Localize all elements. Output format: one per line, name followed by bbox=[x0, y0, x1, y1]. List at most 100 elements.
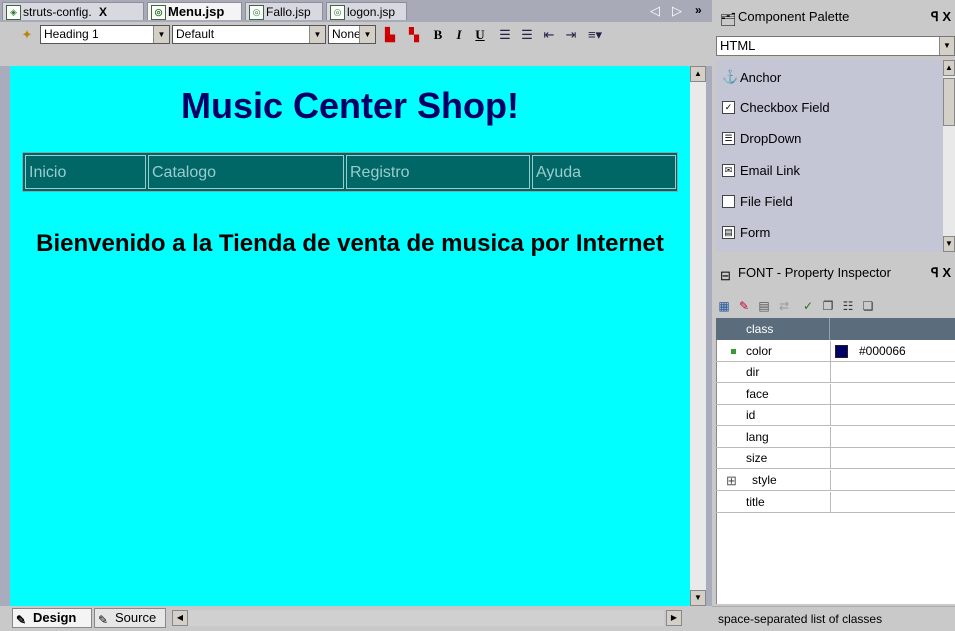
tab-fallo-jsp[interactable]: ◎ Fallo.jsp bbox=[245, 2, 323, 20]
property-name: id bbox=[746, 408, 756, 422]
palette-item-email-link[interactable]: ✉ Email Link bbox=[722, 159, 800, 183]
property-row-id[interactable]: id bbox=[716, 405, 955, 426]
ordered-list-icon[interactable]: ☰ bbox=[496, 26, 514, 44]
tab-prev-icon[interactable]: ◁ bbox=[650, 3, 660, 19]
tab-source[interactable]: ✎ Source bbox=[94, 608, 166, 628]
scroll-left-icon[interactable]: ◀ bbox=[172, 610, 188, 626]
underline-button[interactable]: U bbox=[472, 26, 488, 44]
scroll-thumb[interactable] bbox=[943, 78, 955, 126]
design-canvas[interactable] bbox=[10, 66, 690, 606]
palette-item-label: Checkbox Field bbox=[740, 100, 830, 115]
nav-link-catalogo[interactable]: Catalogo bbox=[148, 155, 344, 189]
tree-icon[interactable]: ☷ bbox=[840, 298, 856, 314]
palette-item-anchor[interactable]: ⚓ Anchor bbox=[722, 66, 781, 90]
property-value[interactable] bbox=[830, 427, 955, 448]
scroll-up-icon[interactable]: ▲ bbox=[943, 60, 955, 76]
panel-title: FONT - Property Inspector bbox=[738, 265, 891, 280]
tab-design[interactable]: ✎ Design bbox=[12, 608, 92, 628]
pin-icon[interactable]: ꟼ bbox=[931, 9, 939, 24]
property-row-style[interactable]: ⊞ style bbox=[716, 470, 955, 491]
property-value[interactable] bbox=[830, 405, 955, 426]
property-row-face[interactable]: face bbox=[716, 384, 955, 405]
scroll-up-icon[interactable]: ▲ bbox=[690, 66, 706, 82]
property-row-size[interactable]: size bbox=[716, 448, 955, 469]
property-row-lang[interactable]: lang bbox=[716, 427, 955, 448]
nav-table[interactable]: Inicio Catalogo Registro Ayuda bbox=[22, 152, 678, 192]
property-value[interactable] bbox=[830, 384, 955, 405]
paste-icon[interactable]: ❏ bbox=[860, 298, 876, 314]
tab-list-icon[interactable]: » bbox=[695, 3, 702, 17]
property-description: space-separated list of classes bbox=[712, 606, 955, 630]
nav-link-inicio[interactable]: Inicio bbox=[25, 155, 146, 189]
palette-category-dropdown[interactable]: HTML ▼ bbox=[716, 36, 955, 56]
palette-item-label: File Field bbox=[740, 194, 793, 209]
property-name: dir bbox=[746, 365, 760, 379]
palette-item-dropdown[interactable]: ☰ DropDown bbox=[722, 127, 801, 151]
property-value[interactable] bbox=[830, 492, 955, 513]
dropdown-icon: ☰ bbox=[722, 132, 735, 145]
tab-menu-jsp[interactable]: ◎ Menu.jsp bbox=[147, 2, 242, 20]
highlight-color-icon[interactable]: ▚ bbox=[404, 26, 424, 44]
palette-item-form[interactable]: ▤ Form bbox=[722, 221, 770, 245]
block-format-dropdown[interactable]: Heading 1 ▼ bbox=[40, 25, 170, 44]
welcome-heading[interactable]: Bienvenido a la Tienda de venta de music… bbox=[10, 226, 690, 262]
jsp-file-icon: ◎ bbox=[151, 5, 166, 20]
text-color-icon[interactable]: ▙ bbox=[380, 26, 400, 44]
property-name: lang bbox=[746, 430, 769, 444]
tab-label: logon.jsp bbox=[347, 5, 396, 19]
property-row-color[interactable]: color #000066 bbox=[716, 341, 955, 362]
page-title[interactable]: Music Center Shop! bbox=[10, 85, 690, 127]
property-row-dir[interactable]: dir bbox=[716, 362, 955, 383]
pin-icon[interactable]: ꟼ bbox=[931, 265, 939, 280]
scroll-right-icon[interactable]: ▶ bbox=[666, 610, 682, 626]
font-size-dropdown[interactable]: None ▼ bbox=[328, 25, 376, 44]
canvas-vertical-scrollbar[interactable]: ▲ ▼ bbox=[690, 66, 706, 606]
align-icon[interactable]: ≡▾ bbox=[584, 26, 606, 44]
panel-controls[interactable]: ꟼ X bbox=[931, 6, 951, 28]
close-tab-icon[interactable]: X bbox=[99, 5, 107, 19]
anchor-icon: ⚓ bbox=[722, 69, 739, 84]
indent-icon[interactable]: ⇥ bbox=[562, 26, 580, 44]
set-marker-icon bbox=[731, 349, 736, 354]
scroll-down-icon[interactable]: ▼ bbox=[690, 590, 706, 606]
file-icon bbox=[722, 195, 735, 208]
tab-logon-jsp[interactable]: ◎ logon.jsp bbox=[326, 2, 407, 20]
outdent-icon[interactable]: ⇤ bbox=[540, 26, 558, 44]
bold-button[interactable]: B bbox=[430, 26, 446, 44]
property-value[interactable] bbox=[830, 362, 955, 383]
font-dropdown[interactable]: Default ▼ bbox=[172, 25, 326, 44]
close-icon[interactable]: X bbox=[942, 9, 951, 24]
italic-button[interactable]: I bbox=[451, 26, 467, 44]
nav-link-ayuda[interactable]: Ayuda bbox=[532, 155, 676, 189]
wand-icon[interactable]: ✓ bbox=[800, 298, 816, 314]
expand-icon[interactable]: ⊞ bbox=[726, 470, 737, 491]
palette-item-checkbox-field[interactable]: ✓ Checkbox Field bbox=[722, 96, 830, 120]
property-value[interactable] bbox=[830, 470, 955, 491]
horizontal-scrollbar[interactable] bbox=[188, 610, 664, 626]
color-value: #000066 bbox=[859, 344, 906, 358]
style-wizard-icon[interactable]: ✦ bbox=[18, 26, 36, 44]
property-grid-header: class bbox=[716, 318, 955, 340]
property-row-title[interactable]: title bbox=[716, 492, 955, 513]
list-icon[interactable]: ▤ bbox=[756, 298, 772, 314]
scroll-down-icon[interactable]: ▼ bbox=[943, 236, 955, 252]
property-value[interactable]: #000066 bbox=[830, 341, 955, 362]
panel-controls[interactable]: ꟼ X bbox=[931, 262, 951, 284]
copy-icon[interactable]: ❐ bbox=[820, 298, 836, 314]
close-icon[interactable]: X bbox=[942, 265, 951, 280]
palette-scrollbar[interactable]: ▲ ▼ bbox=[943, 60, 955, 252]
view-tab-bar: ✎ Design ✎ Source ◀ ▶ bbox=[0, 606, 712, 630]
category-value: HTML bbox=[720, 38, 756, 53]
tab-next-icon[interactable]: ▷ bbox=[672, 3, 682, 19]
edit-icon[interactable]: ✎ bbox=[736, 298, 752, 314]
unordered-list-icon[interactable]: ☰ bbox=[518, 26, 536, 44]
tab-struts-config[interactable]: ◈ struts-config. X bbox=[2, 2, 144, 20]
palette-icon: 🗂 bbox=[720, 12, 737, 27]
palette-item-file-field[interactable]: File Field bbox=[722, 190, 793, 214]
property-value[interactable] bbox=[830, 448, 955, 469]
nav-link-registro[interactable]: Registro bbox=[346, 155, 530, 189]
properties-icon[interactable]: ▦ bbox=[716, 298, 732, 314]
form-icon: ▤ bbox=[722, 226, 735, 239]
chevron-down-icon: ▼ bbox=[359, 26, 375, 43]
property-name: style bbox=[752, 473, 777, 487]
